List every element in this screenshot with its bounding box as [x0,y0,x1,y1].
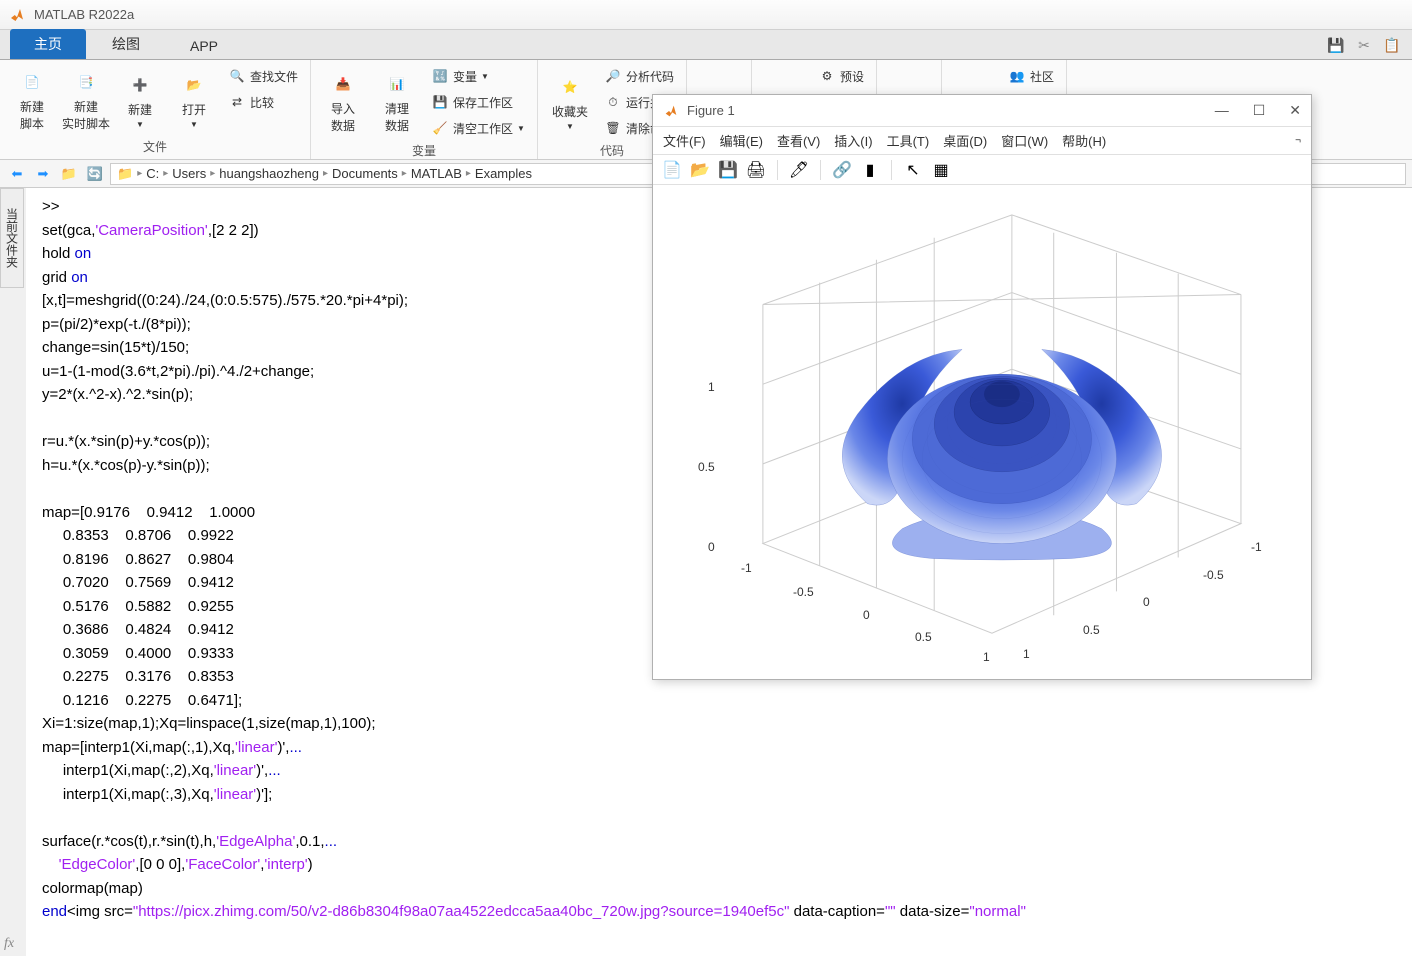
title-bar: MATLAB R2022a [0,0,1412,30]
open-button[interactable]: 📂打开▼ [170,64,218,136]
x-tick: 1 [983,650,990,664]
crumb-users[interactable]: Users [172,166,206,181]
new-live-script-button[interactable]: 📑新建 实时脚本 [62,64,110,136]
menu-edit[interactable]: 编辑(E) [720,131,763,150]
tab-plots[interactable]: 绘图 [88,29,164,59]
figure-titlebar[interactable]: Figure 1 — ☐ ✕ [653,95,1311,127]
cut-icon[interactable]: ✂ [1354,35,1374,55]
app-title: MATLAB R2022a [34,7,134,22]
ribbon-group-var-label: 变量 [319,140,529,159]
current-folder-tab[interactable]: 当前文件夹 [0,188,24,288]
save-workspace-button[interactable]: 💾保存工作区 [427,90,529,114]
tab-apps[interactable]: APP [166,33,242,59]
compare-button[interactable]: ⇄比较 [224,90,302,114]
x-tick: -1 [741,561,752,575]
pointer-icon[interactable]: ↖ [902,159,924,181]
insert-colorbar-icon[interactable]: ▮ [859,159,881,181]
preferences-button[interactable]: ⚙预设 [814,64,868,88]
z-tick: 0 [708,540,715,554]
nav-refresh-button[interactable]: 🔄 [84,163,106,185]
menu-view[interactable]: 查看(V) [777,131,820,150]
copy-icon[interactable]: 📋 [1382,35,1402,55]
open-figure-icon[interactable]: 📂 [689,159,711,181]
nav-up-button[interactable]: 📁 [58,163,80,185]
x-tick: 0.5 [915,630,932,644]
minimize-button[interactable]: — [1215,102,1229,119]
close-button[interactable]: ✕ [1289,102,1301,119]
menu-help[interactable]: 帮助(H) [1062,131,1106,150]
menu-insert[interactable]: 插入(I) [834,131,872,150]
crumb-user[interactable]: huangshaozheng [219,166,319,181]
y-tick: 0.5 [1083,623,1100,637]
crumb-drive[interactable]: C: [146,166,159,181]
link-icon[interactable]: 🔗 [831,159,853,181]
crumb-examples[interactable]: Examples [475,166,532,181]
x-tick: 0 [863,608,870,622]
menu-overflow-icon[interactable]: ¬ [1295,135,1301,146]
figure-window[interactable]: Figure 1 — ☐ ✕ 文件(F) 编辑(E) 查看(V) 插入(I) 工… [652,94,1312,680]
maximize-button[interactable]: ☐ [1253,102,1266,119]
nav-forward-button[interactable]: ➡ [32,163,54,185]
save-figure-icon[interactable]: 💾 [717,159,739,181]
clear-workspace-button[interactable]: 🧹清空工作区 ▼ [427,116,529,140]
rose-surface-plot [653,185,1311,679]
menu-tools[interactable]: 工具(T) [887,131,930,150]
crumb-matlab[interactable]: MATLAB [411,166,462,181]
tab-home[interactable]: 主页 [10,29,86,59]
figure-toolbar: 📄 📂 💾 🖨 🖊 🔗 ▮ ↖ ▦ [653,155,1311,185]
y-tick: -1 [1251,540,1262,554]
clean-data-button[interactable]: 📊清理 数据 [373,64,421,140]
analyze-code-button[interactable]: 🔎分析代码 [600,64,678,88]
favorites-button[interactable]: ⭐收藏夹▼ [546,64,594,140]
y-tick: 0 [1143,595,1150,609]
z-tick: 0.5 [698,460,715,474]
folder-icon: 📁 [117,166,133,182]
y-tick: -0.5 [1203,568,1224,582]
nav-back-button[interactable]: ⬅ [6,163,28,185]
find-files-button[interactable]: 🔍查找文件 [224,64,302,88]
new-script-button[interactable]: 📄新建 脚本 [8,64,56,136]
menu-window[interactable]: 窗口(W) [1001,131,1048,150]
ribbon-group-file-label: 文件 [8,136,302,155]
crumb-documents[interactable]: Documents [332,166,398,181]
variable-button[interactable]: 🔣变量 ▼ [427,64,529,88]
insert-legend-icon[interactable]: ▦ [930,159,952,181]
matlab-logo-icon [8,6,26,24]
import-data-button[interactable]: 📥导入 数据 [319,64,367,140]
fx-prompt-icon: fx [4,936,14,952]
menu-desktop[interactable]: 桌面(D) [943,131,987,150]
community-button[interactable]: 👥社区 [1004,64,1058,88]
new-button[interactable]: ➕新建▼ [116,64,164,136]
main-tabstrip: 主页 绘图 APP 💾 ✂ 📋 [0,30,1412,60]
figure-menubar: 文件(F) 编辑(E) 查看(V) 插入(I) 工具(T) 桌面(D) 窗口(W… [653,127,1311,155]
z-tick: 1 [708,380,715,394]
print-icon[interactable]: 🖨 [745,159,767,181]
figure-title: Figure 1 [687,103,735,118]
edit-plot-icon[interactable]: 🖊 [788,159,810,181]
menu-file[interactable]: 文件(F) [663,131,706,150]
y-tick: 1 [1023,647,1030,661]
figure-canvas[interactable]: 0 0.5 1 -1 -0.5 0 0.5 1 -1 -0.5 0 0.5 1 [653,185,1311,679]
new-figure-icon[interactable]: 📄 [661,159,683,181]
save-icon[interactable]: 💾 [1326,35,1346,55]
x-tick: -0.5 [793,585,814,599]
matlab-logo-icon [663,103,679,119]
